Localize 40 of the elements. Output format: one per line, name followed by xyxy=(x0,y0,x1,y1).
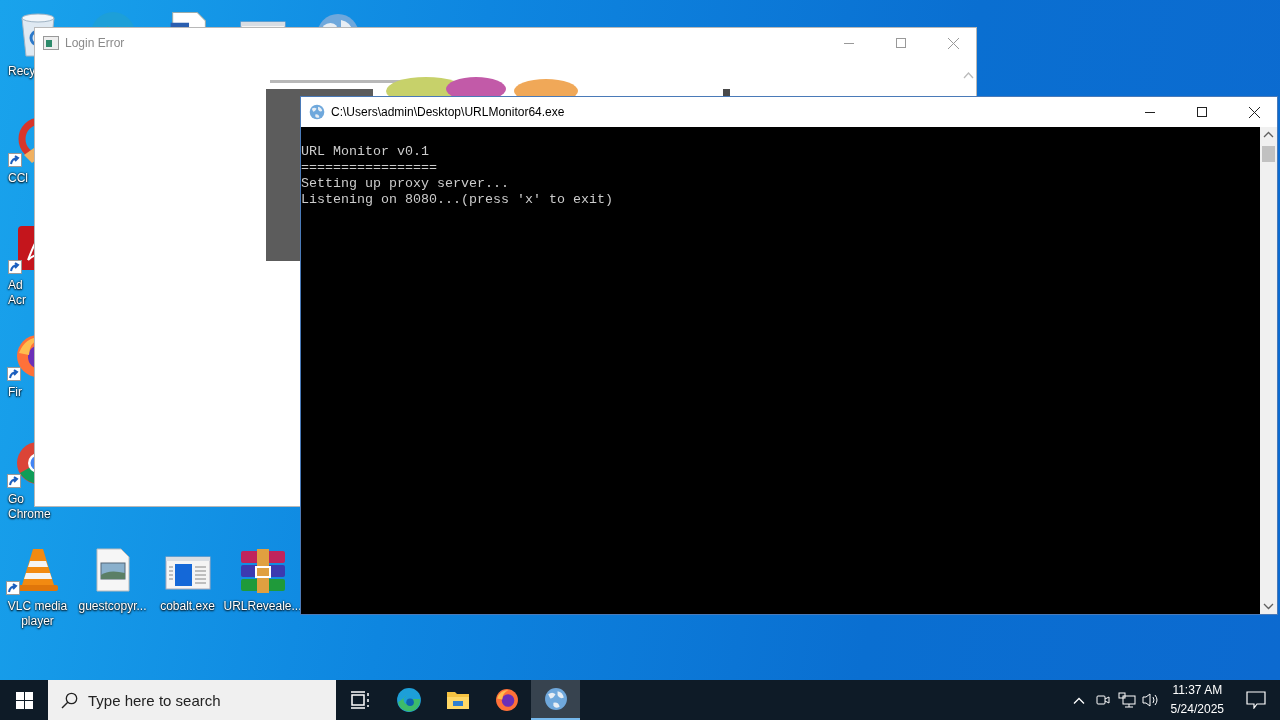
icon-label[interactable]: cobalt.exe xyxy=(160,599,215,614)
firefox-icon[interactable] xyxy=(494,688,519,712)
window-title: Login Error xyxy=(65,36,126,50)
app-window-icon xyxy=(43,36,59,50)
console-line: ================= xyxy=(301,160,438,176)
icon-label[interactable]: Fir xyxy=(8,385,22,400)
notification-icon[interactable] xyxy=(1246,691,1266,709)
scrollbar-track[interactable] xyxy=(1260,127,1277,614)
folder-icon[interactable] xyxy=(445,689,470,711)
icon-label[interactable]: CCl xyxy=(8,171,28,186)
icon-label[interactable]: Chrome xyxy=(8,507,51,522)
globe-icon xyxy=(309,104,325,120)
icon-label[interactable]: VLC media xyxy=(7,599,68,614)
icon-label[interactable]: Acr xyxy=(8,293,26,308)
console-line: Setting up proxy server... xyxy=(301,176,510,192)
windows-logo-icon xyxy=(15,691,33,709)
globe-icon[interactable] xyxy=(543,687,568,711)
close-icon[interactable] xyxy=(1248,106,1260,118)
icon-label[interactable]: player xyxy=(21,614,54,629)
task-view-icon[interactable] xyxy=(350,691,370,709)
network-icon[interactable] xyxy=(1117,692,1136,708)
window-title: C:\Users\admin\Desktop\URLMonitor64.exe xyxy=(331,105,566,119)
clock-time[interactable]: 11:37 AM xyxy=(1172,681,1223,700)
camera-icon[interactable] xyxy=(1094,692,1111,708)
speaker-icon[interactable] xyxy=(1141,692,1160,708)
icon-label[interactable]: guestcopyr... xyxy=(78,599,147,614)
icon-label[interactable]: URLReveale... xyxy=(223,599,302,614)
clock-date[interactable]: 5/24/2025 xyxy=(1170,700,1224,719)
search-field[interactable]: Type here to search xyxy=(48,680,336,720)
search-icon xyxy=(61,692,78,709)
chevron-up-icon[interactable] xyxy=(1072,696,1085,704)
icon-label[interactable]: Ad xyxy=(8,278,23,293)
edge-browser-icon[interactable] xyxy=(395,687,422,713)
maximize-icon[interactable] xyxy=(1197,107,1207,117)
console-line: URL Monitor v0.1 xyxy=(301,144,430,160)
scroll-thumb[interactable] xyxy=(1262,146,1275,162)
console-line: Listening on 8080...(press 'x' to exit) xyxy=(301,192,614,208)
icon-label[interactable]: Recy xyxy=(8,64,36,79)
taskbar-button[interactable] xyxy=(531,680,580,720)
icon-label[interactable]: Go xyxy=(8,492,24,507)
